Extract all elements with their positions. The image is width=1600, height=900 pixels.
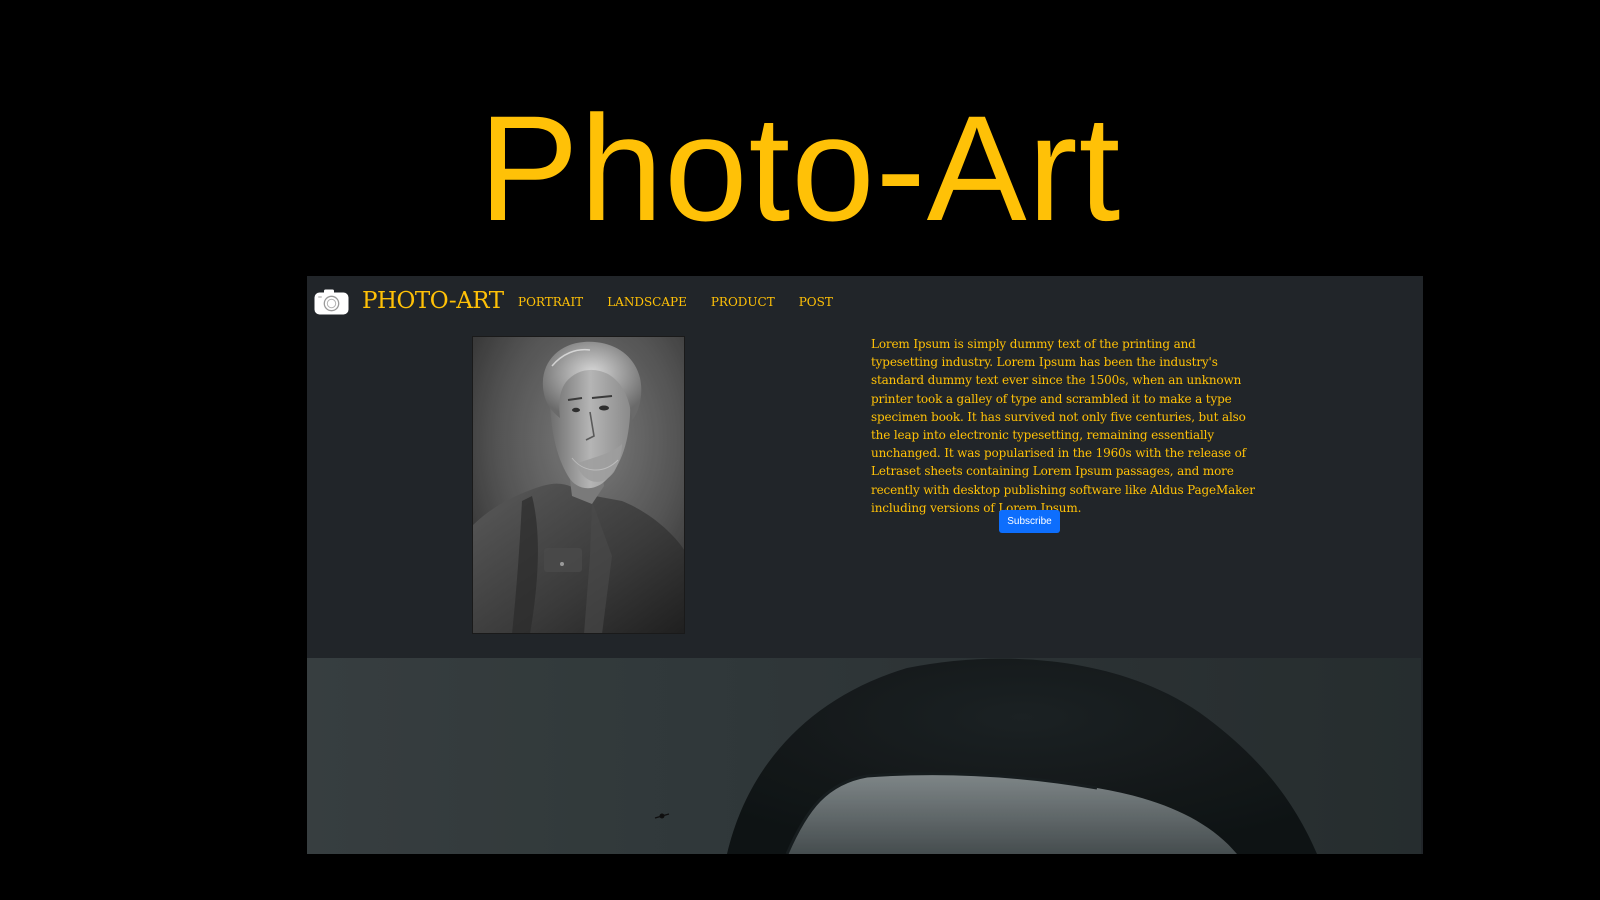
subscribe-button[interactable]: Subscribe (999, 510, 1060, 533)
nav-link-portrait[interactable]: PORTRAIT (518, 292, 583, 312)
portrait-photo (472, 336, 685, 634)
site-preview: PHOTO-ART PORTRAIT LANDSCAPE PRODUCT POS… (307, 276, 1423, 854)
nav-link-product[interactable]: PRODUCT (711, 292, 775, 312)
intro-text: Lorem Ipsum is simply dummy text of the … (871, 337, 1255, 515)
hero-title: Photo-Art (478, 84, 1122, 252)
camera-icon[interactable] (314, 289, 349, 315)
brand-name[interactable]: PHOTO-ART (362, 285, 504, 317)
banner-photo (307, 658, 1421, 854)
nav-link-post[interactable]: POST (799, 292, 833, 312)
navbar: PHOTO-ART PORTRAIT LANDSCAPE PRODUCT POS… (307, 276, 1423, 328)
nav-link-landscape[interactable]: LANDSCAPE (607, 292, 687, 312)
nav-links: PORTRAIT LANDSCAPE PRODUCT POST (518, 292, 857, 312)
